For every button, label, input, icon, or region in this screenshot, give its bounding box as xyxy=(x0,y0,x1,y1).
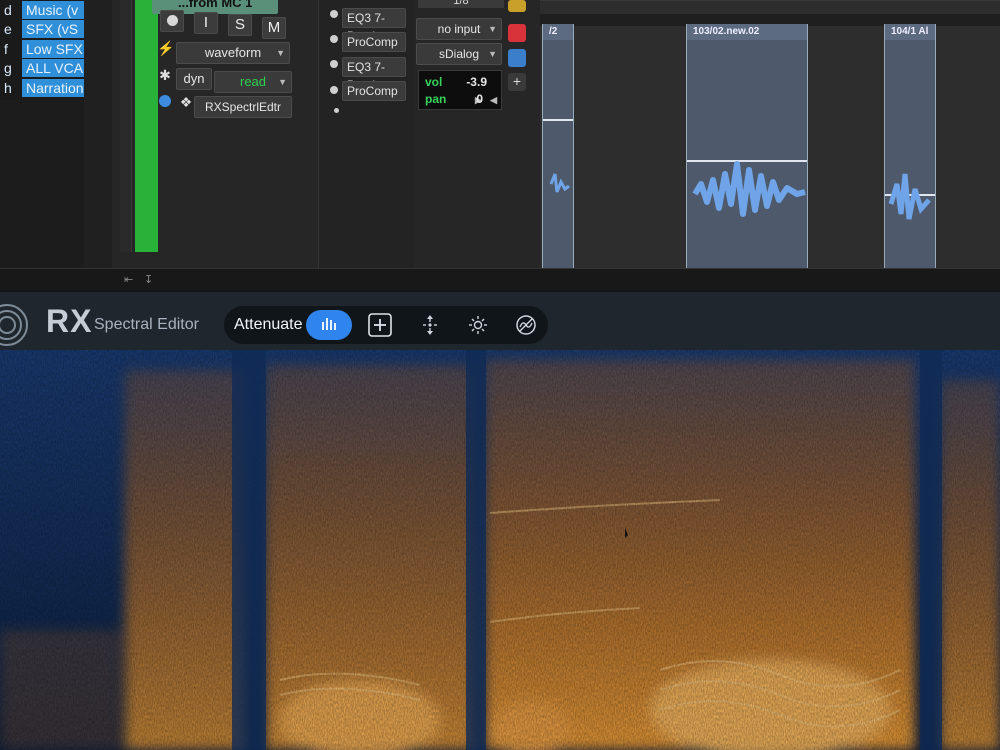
comments-icon[interactable] xyxy=(508,49,526,67)
plugin-name-field[interactable]: RXSpectrlEdtr xyxy=(194,96,292,118)
track-list-item[interactable]: h Narration xyxy=(0,78,84,98)
lightning-icon[interactable]: ⚡ xyxy=(157,40,174,58)
audio-clip[interactable]: 103/02.new.02 xyxy=(686,24,808,268)
mode-label: Attenuate xyxy=(234,316,303,333)
record-enable-icon[interactable] xyxy=(508,24,526,42)
level-meter xyxy=(135,0,158,252)
move-arrows-icon xyxy=(423,315,437,335)
attenuate-bars-icon xyxy=(322,318,336,330)
track-list-item[interactable]: g ALL VCA xyxy=(0,59,84,79)
gain-tool-button[interactable] xyxy=(464,311,492,339)
track-view-select[interactable]: waveform ▼ xyxy=(176,42,290,64)
chevron-down-icon: ▼ xyxy=(488,49,497,59)
bypass-button[interactable] xyxy=(512,311,540,339)
product-name: RX xyxy=(46,303,93,339)
io-header: 1/8 xyxy=(418,0,504,8)
move-tool-button[interactable] xyxy=(416,311,444,339)
output-select[interactable]: sDialog ▼ xyxy=(416,43,502,65)
record-button[interactable] xyxy=(160,10,184,32)
audio-clip[interactable]: 104/1 Al xyxy=(884,24,936,268)
daw-status-bar: ⇤ ↧ xyxy=(0,268,1000,290)
insert-empty-dot[interactable] xyxy=(334,108,339,113)
automation-param-select[interactable]: dyn xyxy=(176,68,212,90)
insert-bypass-dot[interactable] xyxy=(330,10,338,18)
volume-pan-display[interactable]: vol -3.9 pan ▶ 0 ◀ xyxy=(418,70,502,110)
pan-right-arrow-icon: ◀ xyxy=(490,95,497,105)
spectrogram-noise xyxy=(0,350,1000,750)
add-icon[interactable]: + xyxy=(508,73,526,91)
add-selection-button[interactable] xyxy=(366,311,394,339)
insert-bypass-dot[interactable] xyxy=(330,86,338,94)
chevron-down-icon: ▼ xyxy=(488,24,497,34)
input-select[interactable]: no input ▼ xyxy=(416,18,502,40)
track-list-item[interactable]: f Low SFX xyxy=(0,39,84,59)
solo-button[interactable]: S xyxy=(228,14,252,36)
chevron-down-icon: ▼ xyxy=(276,48,285,58)
volume-value[interactable]: -3.9 xyxy=(466,75,487,89)
insert-bypass-dot[interactable] xyxy=(330,35,338,43)
download-icon[interactable]: ↧ xyxy=(144,273,153,286)
rx-header: RX Spectral Editor Attenuate xyxy=(0,290,1000,350)
input-monitor-button[interactable]: I xyxy=(194,12,218,34)
add-box-icon xyxy=(368,313,392,337)
brightness-icon xyxy=(469,316,487,334)
insert-slot-3[interactable]: EQ3 7-Band xyxy=(342,57,406,92)
spectral-toolbar: Attenuate xyxy=(224,306,548,344)
waveform-icon xyxy=(692,161,806,217)
power-icon[interactable] xyxy=(157,93,173,111)
pan-value[interactable]: 0 xyxy=(476,92,483,106)
waveform-icon xyxy=(549,173,570,193)
fader-track xyxy=(120,0,132,252)
attenuate-tool-button[interactable] xyxy=(306,310,352,340)
daw-window: d Music (v e SFX (vS f Low SFX g ALL VCA h Na… xyxy=(0,0,1000,290)
bypass-icon xyxy=(516,315,536,335)
track-list-item[interactable]: d Music (v xyxy=(0,0,84,20)
audio-clip[interactable]: /2 xyxy=(542,24,574,268)
plugin-chain-icon[interactable]: ❖ xyxy=(178,94,194,112)
module-name: Spectral Editor xyxy=(94,316,199,333)
insert-slot-1[interactable]: EQ3 7-Band xyxy=(342,8,406,43)
track-list: d Music (v e SFX (vS f Low SFX g ALL VCA h Na… xyxy=(0,0,84,100)
spectrogram-display[interactable] xyxy=(0,350,1000,750)
automation-mode-select[interactable]: read ▼ xyxy=(214,71,292,93)
asterisk-icon[interactable]: ✱ xyxy=(157,67,173,85)
mute-button[interactable]: M xyxy=(262,17,286,39)
record-icon xyxy=(166,15,178,26)
track-list-item[interactable]: e SFX (vS xyxy=(0,20,84,40)
shield-icon[interactable] xyxy=(508,0,526,12)
chevron-down-icon: ▼ xyxy=(278,77,287,87)
insert-bypass-dot[interactable] xyxy=(330,60,338,68)
waveform-icon xyxy=(888,173,931,220)
insert-slot-2[interactable]: ProComp xyxy=(342,32,406,52)
rx-logo-icon xyxy=(0,304,28,346)
strip-divider xyxy=(84,0,112,275)
insert-slot-4[interactable]: ProComp xyxy=(342,81,406,101)
collapse-icon[interactable]: ⇤ xyxy=(124,273,133,286)
